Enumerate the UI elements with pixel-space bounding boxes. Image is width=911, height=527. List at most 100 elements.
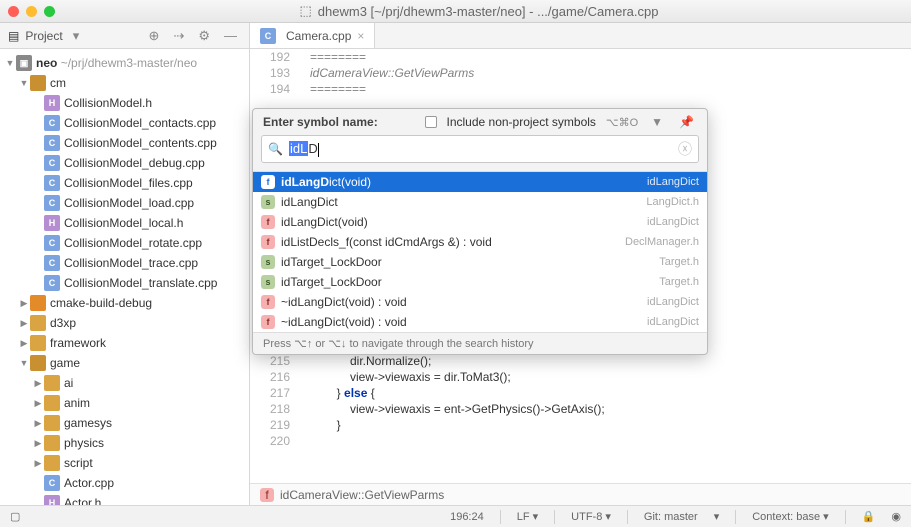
- symbol-result[interactable]: fidLangDict(void)idLangDict: [253, 212, 707, 232]
- symbol-search-field[interactable]: 🔍 idLD ⓧ: [261, 135, 699, 163]
- filter-icon[interactable]: ▼: [648, 115, 666, 129]
- project-tree[interactable]: ▼▣neo ~/prj/dhewm3-master/neo ▼cm HColli…: [0, 49, 250, 505]
- popup-footer-hint: Press ⌥↑ or ⌥↓ to navigate through the s…: [253, 333, 707, 354]
- lock-icon[interactable]: 🔒: [862, 510, 876, 523]
- file-encoding[interactable]: UTF-8 ▾: [571, 510, 611, 523]
- folder-icon: [44, 415, 60, 431]
- file-item[interactable]: CCollisionModel_files.cpp: [0, 173, 249, 193]
- code-line: dir.Normalize();: [310, 353, 911, 369]
- file-item[interactable]: HCollisionModel.h: [0, 93, 249, 113]
- file-item[interactable]: HCollisionModel_local.h: [0, 213, 249, 233]
- folder-item[interactable]: ▶script: [0, 453, 249, 473]
- inspection-icon[interactable]: ◉: [891, 510, 901, 523]
- checkbox-label: Include non-project symbols: [447, 115, 596, 129]
- header-file-icon: H: [44, 95, 60, 111]
- file-item[interactable]: CCollisionModel_load.cpp: [0, 193, 249, 213]
- breadcrumb-bar[interactable]: f idCameraView::GetViewParms: [250, 483, 911, 505]
- file-item[interactable]: HActor.h: [0, 493, 249, 505]
- clear-search-icon[interactable]: ⓧ: [678, 139, 692, 159]
- file-item[interactable]: CCollisionModel_rotate.cpp: [0, 233, 249, 253]
- symbol-result[interactable]: sidTarget_LockDoorTarget.h: [253, 252, 707, 272]
- function-badge-icon: f: [261, 175, 275, 189]
- folder-icon: [30, 355, 46, 371]
- folder-icon: [44, 435, 60, 451]
- folder-cm[interactable]: cm: [50, 76, 66, 90]
- popup-title: Enter symbol name:: [263, 115, 378, 129]
- symbol-results-list: fidLangDict(void)idLangDictsidLangDictLa…: [253, 171, 707, 333]
- folder-d3xp[interactable]: d3xp: [50, 316, 76, 330]
- tab-close-icon[interactable]: ×: [357, 29, 364, 43]
- module-icon: ▣: [16, 55, 32, 71]
- hide-icon[interactable]: —: [220, 28, 241, 43]
- include-nonproject-checkbox[interactable]: [425, 116, 437, 128]
- window-title-text: dhewm3 [~/prj/dhewm3-master/neo] - .../g…: [318, 4, 659, 19]
- folder-item[interactable]: ▶physics: [0, 433, 249, 453]
- cpp-file-icon: C: [260, 28, 276, 44]
- app-icon: ⬚: [300, 3, 312, 19]
- file-item[interactable]: CActor.cpp: [0, 473, 249, 493]
- header-file-icon: H: [44, 495, 60, 505]
- folder-icon: [44, 395, 60, 411]
- cpp-file-icon: C: [44, 235, 60, 251]
- symbol-result[interactable]: f~idLangDict(void) : voididLangDict: [253, 292, 707, 312]
- line-ending[interactable]: LF ▾: [517, 510, 538, 523]
- file-item[interactable]: CCollisionModel_translate.cpp: [0, 273, 249, 293]
- cpp-file-icon: C: [44, 195, 60, 211]
- folder-icon: [30, 295, 46, 311]
- collapse-icon[interactable]: ⇢: [169, 28, 188, 44]
- cpp-file-icon: C: [44, 255, 60, 271]
- tab-label: Camera.cpp: [286, 29, 351, 43]
- cpp-file-icon: C: [44, 135, 60, 151]
- folder-icon: [30, 75, 46, 91]
- cpp-file-icon: C: [44, 275, 60, 291]
- symbol-result[interactable]: fidListDecls_f(const idCmdArgs &) : void…: [253, 232, 707, 252]
- status-bar: ▢ 196:24 LF ▾ UTF-8 ▾ Git: master ▾ Cont…: [0, 505, 911, 527]
- chevron-down-icon[interactable]: ▾: [714, 510, 720, 523]
- struct-badge-icon: s: [261, 195, 275, 209]
- folder-item[interactable]: ▶ai: [0, 373, 249, 393]
- symbol-result[interactable]: f~idLangDict(void) : voididLangDict: [253, 312, 707, 332]
- cpp-file-icon: C: [44, 175, 60, 191]
- file-item[interactable]: CCollisionModel_debug.cpp: [0, 153, 249, 173]
- project-label: Project: [25, 29, 62, 43]
- project-icon: ▤: [8, 29, 19, 43]
- file-item[interactable]: CCollisionModel_trace.cpp: [0, 253, 249, 273]
- shortcut-hint: ⌥⌘O: [606, 116, 638, 129]
- struct-badge-icon: s: [261, 275, 275, 289]
- header-file-icon: H: [44, 215, 60, 231]
- caret-position[interactable]: 196:24: [450, 511, 484, 523]
- editor-tab-camera[interactable]: C Camera.cpp ×: [250, 23, 375, 48]
- symbol-result[interactable]: sidTarget_LockDoorTarget.h: [253, 272, 707, 292]
- window-minimize-button[interactable]: [26, 6, 37, 17]
- symbol-result[interactable]: sidLangDictLangDict.h: [253, 192, 707, 212]
- tree-root-path: ~/prj/dhewm3-master/neo: [61, 56, 197, 70]
- cpp-file-icon: C: [44, 155, 60, 171]
- folder-icon: [44, 455, 60, 471]
- folder-game[interactable]: game: [50, 356, 80, 370]
- code-line: view->viewaxis = dir.ToMat3();: [310, 369, 911, 385]
- cpp-file-icon: C: [44, 475, 60, 491]
- folder-item[interactable]: ▶anim: [0, 393, 249, 413]
- window-close-button[interactable]: [8, 6, 19, 17]
- code-line: view->viewaxis = ent->GetPhysics()->GetA…: [310, 401, 911, 417]
- pin-icon[interactable]: 📌: [676, 115, 697, 129]
- context-selector[interactable]: Context: base ▾: [752, 510, 828, 523]
- folder-icon: [44, 375, 60, 391]
- symbol-result[interactable]: fidLangDict(void)idLangDict: [253, 172, 707, 192]
- file-item[interactable]: CCollisionModel_contacts.cpp: [0, 113, 249, 133]
- file-item[interactable]: CCollisionModel_contents.cpp: [0, 133, 249, 153]
- project-tool-window-header[interactable]: ▤ Project ▾ ⊕ ⇢ ⚙ —: [0, 23, 250, 48]
- goto-symbol-popup: Enter symbol name: Include non-project s…: [252, 108, 708, 355]
- gear-icon[interactable]: ⚙: [194, 28, 214, 44]
- folder-cmake[interactable]: cmake-build-debug: [50, 296, 152, 310]
- folder-framework[interactable]: framework: [50, 336, 106, 350]
- folder-icon: [30, 335, 46, 351]
- tree-root[interactable]: neo: [36, 56, 57, 70]
- chevron-down-icon[interactable]: ▾: [69, 28, 84, 44]
- git-branch[interactable]: Git: master: [644, 511, 698, 523]
- folder-item[interactable]: ▶gamesys: [0, 413, 249, 433]
- target-icon[interactable]: ⊕: [145, 28, 164, 44]
- status-icon[interactable]: ▢: [10, 510, 20, 523]
- window-zoom-button[interactable]: [44, 6, 55, 17]
- editor-gutter: 192193194: [250, 49, 298, 97]
